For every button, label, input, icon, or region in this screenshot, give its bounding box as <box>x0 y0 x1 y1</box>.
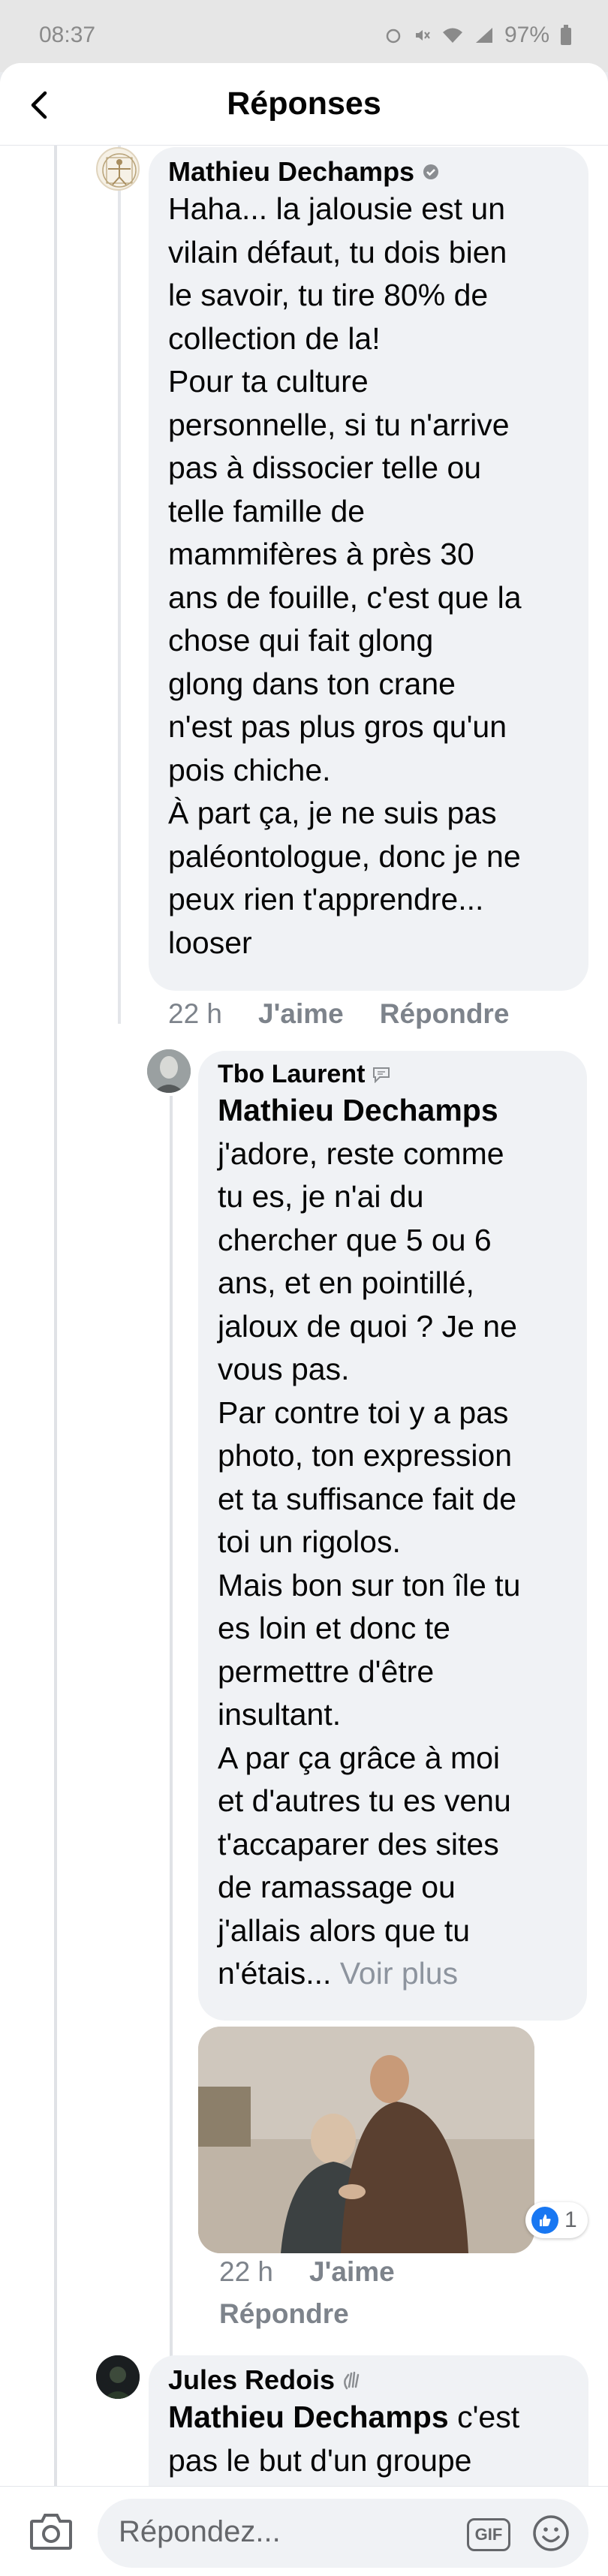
reply-actions-2: Répondre <box>219 2298 349 2330</box>
header: Réponses <box>0 63 608 146</box>
signal-icon <box>475 28 492 43</box>
mention-link[interactable]: Mathieu Dechamps <box>218 1093 498 1127</box>
avatar[interactable] <box>96 147 140 191</box>
two-men-photo <box>198 2027 534 2253</box>
avatar[interactable] <box>96 2355 140 2399</box>
thread-line-comment <box>118 146 121 1024</box>
reply-button[interactable]: Répondre <box>380 998 510 1030</box>
thumbs-up-icon <box>531 2207 558 2234</box>
comment-author[interactable]: Jules Redois <box>168 2364 335 2396</box>
reply-actions: 22 h J'aime <box>219 2256 395 2288</box>
reply-input-wrapper: GIF <box>98 2499 588 2568</box>
comment-actions: 22 h J'aime Répondre <box>168 998 509 1030</box>
conversation-starter-icon <box>373 1067 390 1083</box>
user-photo-avatar-icon <box>147 1049 191 1093</box>
thread-line-reply <box>170 1096 173 2357</box>
comment-text: Haha... la jalousie est un vilain défaut… <box>168 191 522 960</box>
comment-author[interactable]: Mathieu Dechamps <box>168 156 414 188</box>
thread-line-root <box>54 146 57 2486</box>
reply-text: j'adore, reste comme tu es, je n'ai du c… <box>218 1136 521 1991</box>
like-button[interactable]: J'aime <box>309 2256 395 2288</box>
wave-icon <box>344 2371 360 2390</box>
like-button[interactable]: J'aime <box>258 998 344 1030</box>
alarm-icon <box>386 29 401 44</box>
camera-icon[interactable] <box>29 2511 74 2551</box>
user-photo-avatar-icon <box>96 2355 140 2399</box>
reply-author[interactable]: Tbo Laurent <box>218 1060 365 1089</box>
reply-input[interactable] <box>119 2515 441 2549</box>
see-more-link[interactable]: Voir plus <box>340 1956 458 1991</box>
comment-time: 22 h <box>168 998 223 1029</box>
mute-icon <box>415 30 430 41</box>
reaction-count: 1 <box>564 2207 577 2232</box>
avatar[interactable] <box>147 1049 191 1093</box>
reaction-summary[interactable]: 1 <box>525 2202 588 2238</box>
mention-link[interactable]: Mathieu Dechamps <box>168 2400 449 2434</box>
reply-composer: GIF <box>0 2486 608 2576</box>
wifi-icon <box>442 28 462 43</box>
reply-time: 22 h <box>219 2256 274 2287</box>
reply-bubble[interactable]: Tbo Laurent Mathieu Dechamps j'adore, re… <box>198 1051 587 2021</box>
battery-level: 97% <box>504 23 549 47</box>
page-title: Réponses <box>227 86 381 122</box>
emoji-icon[interactable] <box>531 2514 570 2553</box>
gif-button[interactable]: GIF <box>467 2518 510 2551</box>
comment-bubble[interactable]: Mathieu Dechamps Haha... la jalousie est… <box>149 147 588 991</box>
reply-button[interactable]: Répondre <box>219 2298 349 2330</box>
status-time: 08:37 <box>39 23 96 47</box>
verified-badge-icon <box>423 164 439 179</box>
reply-photo[interactable] <box>198 2027 534 2253</box>
battery-icon <box>561 25 571 45</box>
status-bar: 08:37 97% <box>0 0 608 72</box>
